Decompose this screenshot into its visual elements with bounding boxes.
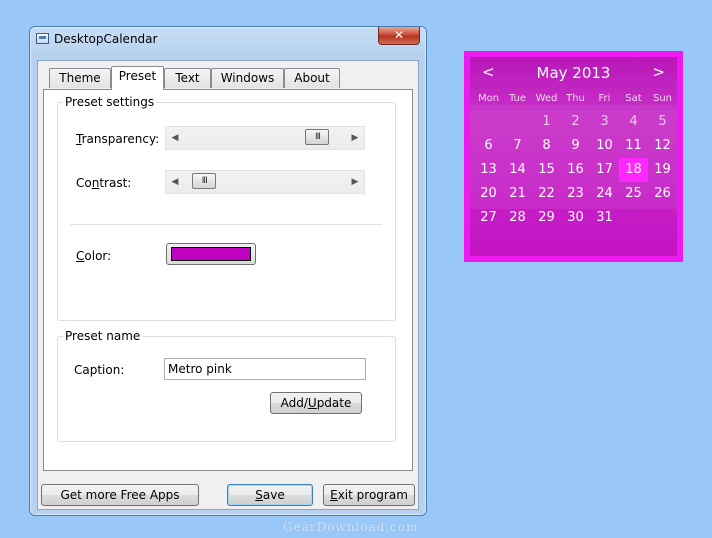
save-access-key: S <box>255 488 263 502</box>
slider-right-arrow-icon[interactable]: ▶ <box>348 174 362 190</box>
calendar-day-today[interactable]: 18 <box>619 158 648 182</box>
tab-preset[interactable]: Preset <box>111 66 164 90</box>
calendar-day[interactable]: 16 <box>561 158 590 182</box>
color-swatch <box>171 247 251 261</box>
app-icon <box>36 33 49 44</box>
calendar-month-title: May 2013 <box>536 64 611 82</box>
desktop-calendar-widget: < May 2013 > Mon Tue Wed Thu Fri Sat Sun 12345… <box>464 51 683 262</box>
weekday-label: Sun <box>652 93 673 104</box>
calendar-day[interactable]: 1 <box>532 110 561 134</box>
transparency-label: Transparency: <box>76 132 159 146</box>
calendar-day[interactable]: 28 <box>503 206 532 230</box>
color-label: Color: <box>76 249 111 263</box>
preset-name-title: Preset name <box>63 329 143 343</box>
calendar-day[interactable]: 6 <box>474 134 503 158</box>
weekday-label: Tue <box>508 93 527 104</box>
close-button[interactable]: ✕ <box>378 27 420 45</box>
calendar-day[interactable]: 30 <box>561 206 590 230</box>
calendar-header: < May 2013 > <box>470 57 677 89</box>
separator <box>70 224 382 225</box>
weekday-label: Sat <box>625 93 642 104</box>
slider-left-arrow-icon[interactable]: ◀ <box>168 130 182 146</box>
tab-text[interactable]: Text <box>164 68 211 88</box>
weekday-label: Fri <box>598 93 611 104</box>
tab-about[interactable]: About <box>284 68 340 88</box>
get-more-free-apps-button[interactable]: Get more Free Apps <box>41 484 199 506</box>
slider-left-arrow-icon[interactable]: ◀ <box>168 174 182 190</box>
calendar-day[interactable]: 27 <box>474 206 503 230</box>
preset-settings-group: Preset settings Transparency: ◀ III ▶ Co… <box>57 95 396 321</box>
contrast-label-rest: trast: <box>99 176 132 190</box>
exit-rest: xit program <box>337 488 408 502</box>
title-bar[interactable]: DesktopCalendar ✕ <box>30 27 426 53</box>
color-label-rest: olor: <box>84 249 112 263</box>
transparency-slider-thumb[interactable]: III <box>305 129 330 145</box>
slider-right-arrow-icon[interactable]: ▶ <box>348 130 362 146</box>
calendar-day[interactable]: 9 <box>561 134 590 158</box>
add-update-prefix: Add/ <box>280 396 308 410</box>
add-update-access-key: U <box>307 396 317 410</box>
calendar-day[interactable]: 5 <box>648 110 677 134</box>
calendar-day[interactable]: 29 <box>532 206 561 230</box>
calendar-day[interactable]: 17 <box>590 158 619 182</box>
calendar-day[interactable]: 23 <box>561 182 590 206</box>
calendar-day[interactable]: 12 <box>648 134 677 158</box>
window-title: DesktopCalendar <box>54 32 158 46</box>
contrast-slider-thumb[interactable]: III <box>192 173 217 189</box>
contrast-slider[interactable]: ◀ III ▶ <box>165 170 365 194</box>
calendar-day[interactable]: 11 <box>619 134 648 158</box>
calendar-day[interactable]: 20 <box>474 182 503 206</box>
caption-label: Caption: <box>74 363 125 377</box>
calendar-day[interactable]: 13 <box>474 158 503 182</box>
calendar-day[interactable]: 2 <box>561 110 590 134</box>
save-rest: ave <box>262 488 285 502</box>
preset-name-group: Preset name Caption: Add/Update <box>57 329 396 442</box>
window-client-area: Theme Preset Text Windows About Preset s… <box>37 60 419 510</box>
calendar-day[interactable]: 21 <box>503 182 532 206</box>
calendar-day[interactable]: 15 <box>532 158 561 182</box>
preset-tab-panel: Preset settings Transparency: ◀ III ▶ Co… <box>43 89 413 471</box>
weekday-label: Mon <box>477 93 500 104</box>
next-month-button[interactable]: > <box>652 63 665 81</box>
calendar-day[interactable]: 31 <box>590 206 619 230</box>
calendar-day[interactable]: 10 <box>590 134 619 158</box>
exit-program-button[interactable]: Exit program <box>323 484 415 506</box>
calendar-day[interactable]: 8 <box>532 134 561 158</box>
weekday-label: Thu <box>566 93 585 104</box>
tab-windows[interactable]: Windows <box>211 68 284 88</box>
calendar-day[interactable]: 19 <box>648 158 677 182</box>
calendar-day[interactable]: 22 <box>532 182 561 206</box>
exit-access-key: E <box>330 488 338 502</box>
add-update-rest: pdate <box>316 396 352 410</box>
transparency-slider[interactable]: ◀ III ▶ <box>165 126 365 150</box>
calendar-day[interactable]: 3 <box>590 110 619 134</box>
caption-input[interactable] <box>164 358 366 380</box>
transparency-label-rest: ransparency: <box>81 132 160 146</box>
preset-settings-title: Preset settings <box>63 95 157 109</box>
weekday-label: Wed <box>535 93 558 104</box>
watermark: GearDownload.com <box>283 520 419 534</box>
calendar-day[interactable]: 24 <box>590 182 619 206</box>
calendar-day[interactable]: 7 <box>503 134 532 158</box>
desktopcalendar-window: DesktopCalendar ✕ Theme Preset Text Wind… <box>29 26 427 516</box>
calendar-day[interactable]: 14 <box>503 158 532 182</box>
color-picker-button[interactable] <box>166 243 256 265</box>
calendar-day[interactable]: 4 <box>619 110 648 134</box>
add-update-button[interactable]: Add/Update <box>270 392 362 414</box>
contrast-label: Contrast: <box>76 176 131 190</box>
save-button[interactable]: Save <box>227 484 313 506</box>
contrast-label-prefix: Co <box>76 176 92 190</box>
calendar-day[interactable]: 26 <box>648 182 677 206</box>
tab-theme[interactable]: Theme <box>49 68 111 88</box>
calendar-day[interactable]: 25 <box>619 182 648 206</box>
